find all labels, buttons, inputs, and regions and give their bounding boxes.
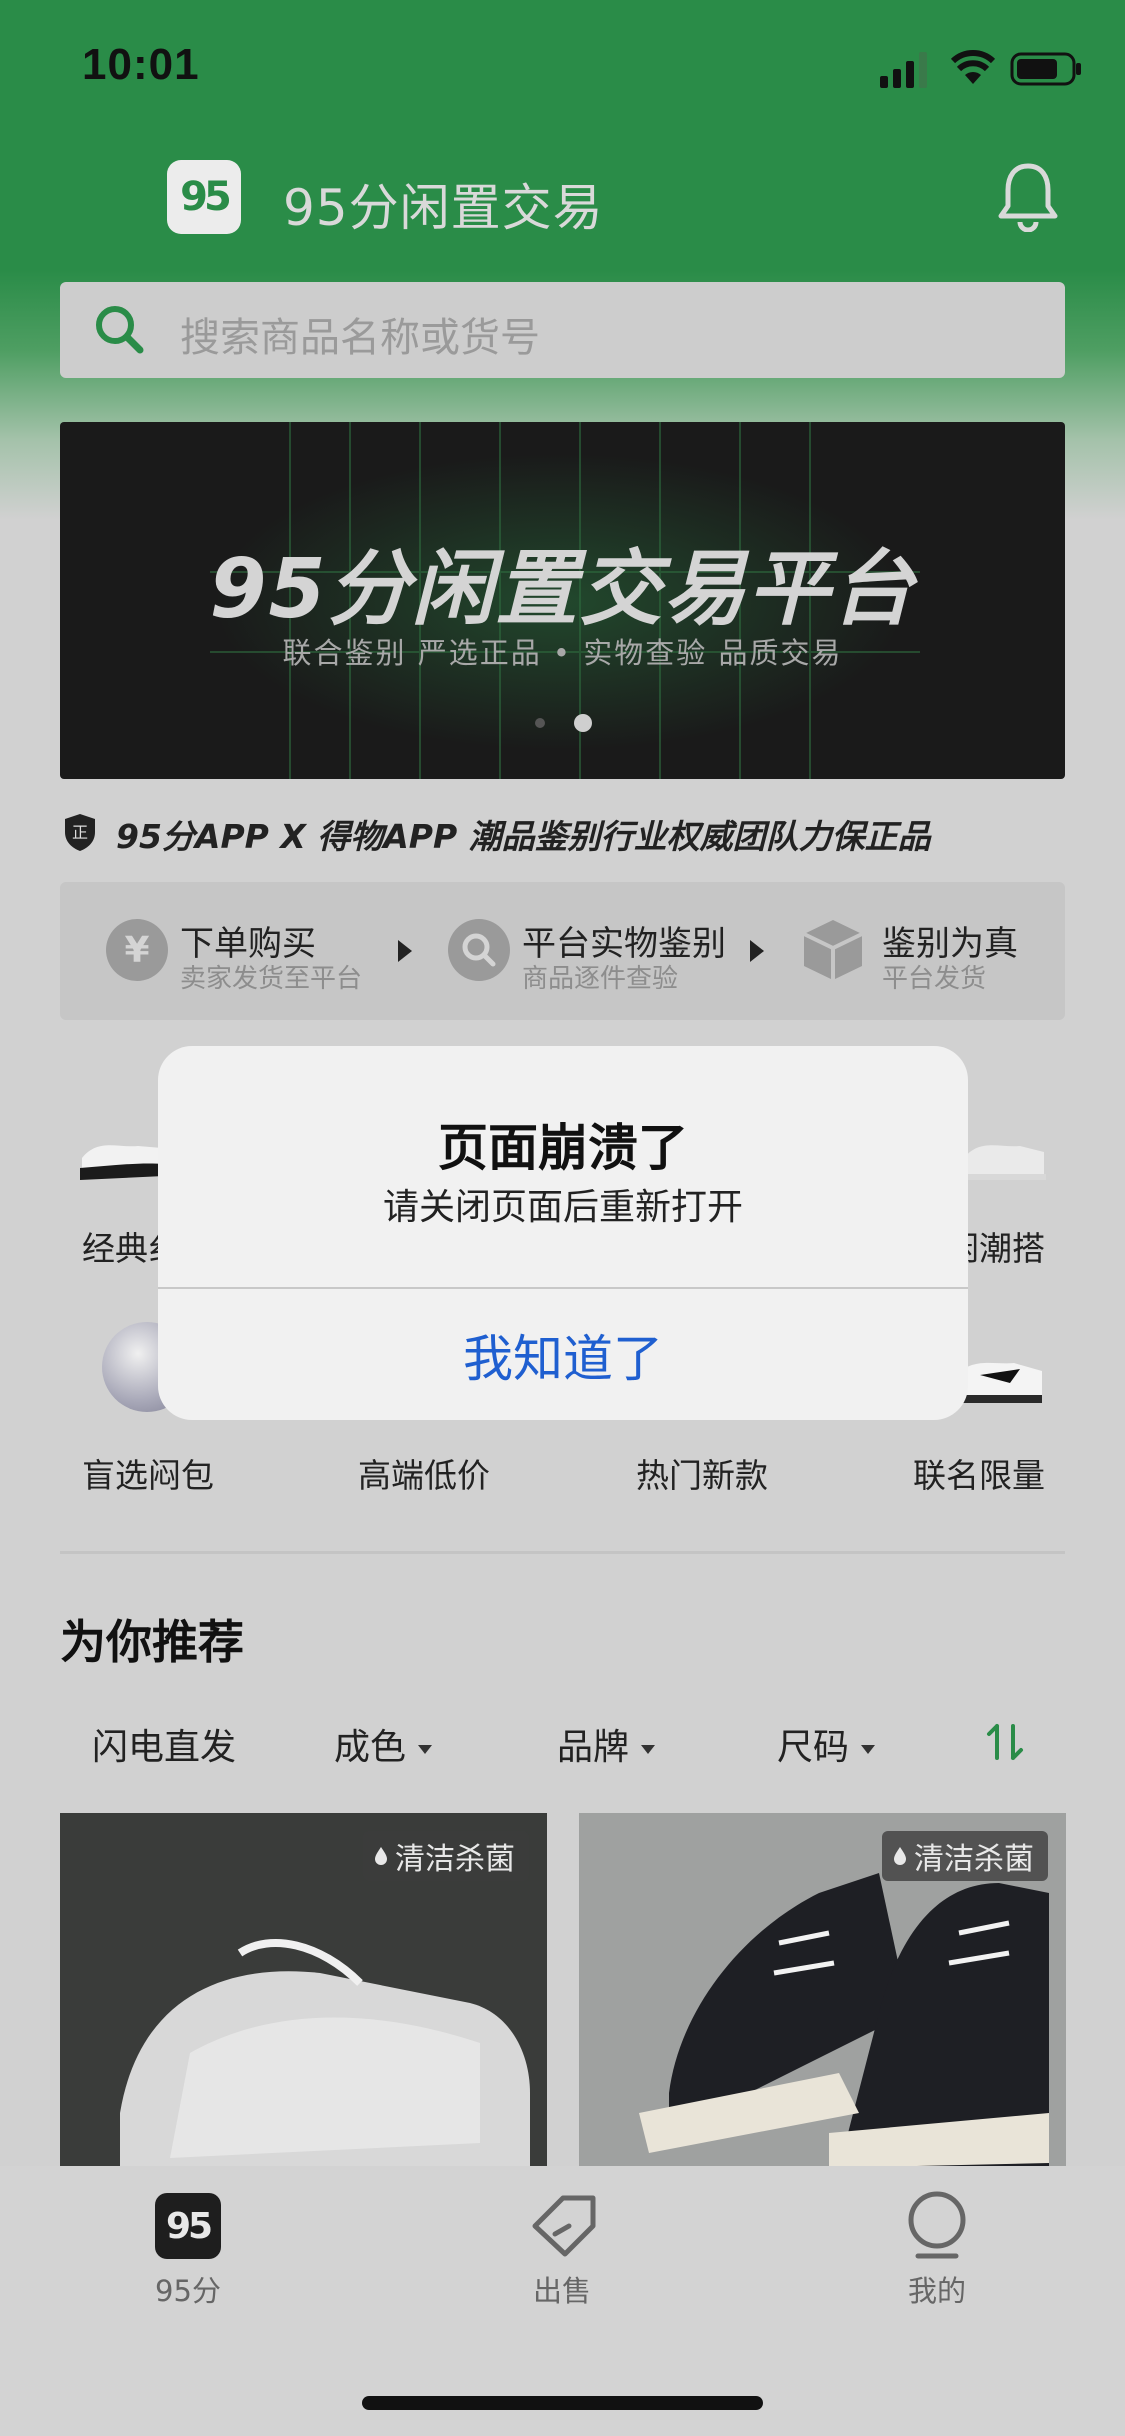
- product-card[interactable]: 清洁杀菌: [60, 1813, 547, 2168]
- status-time: 10:01: [82, 40, 200, 89]
- clean-badge: 清洁杀菌: [882, 1831, 1048, 1881]
- app-logo: 95: [167, 160, 241, 234]
- step-3-sub: 平台发货: [882, 964, 987, 994]
- filter-brand[interactable]: 品牌: [557, 1718, 656, 1770]
- logo-icon-text: 95: [165, 2205, 213, 2247]
- alert-title: 页面崩溃了: [438, 1119, 688, 1177]
- alert-ok-button[interactable]: 我知道了: [158, 1289, 968, 1420]
- arrow-right-icon: [398, 940, 412, 962]
- magnifier-icon: [448, 919, 510, 981]
- battery-icon: [1010, 52, 1081, 86]
- alert-message: 请关闭页面后重新打开: [382, 1187, 743, 1228]
- category-shoe-image[interactable]: [78, 1118, 166, 1188]
- category-shoe-image[interactable]: [960, 1118, 1048, 1188]
- step-1-sub: 卖家发货至平台: [180, 964, 363, 994]
- filter-condition[interactable]: 成色: [334, 1718, 433, 1770]
- shield-icon: 正: [65, 814, 95, 851]
- category-label[interactable]: 联名限量: [913, 1449, 1045, 1497]
- banner-subtitle: 联合鉴别 严选正品 • 实物查验 品质交易: [282, 636, 843, 670]
- home-indicator[interactable]: [362, 2396, 763, 2410]
- crash-alert-dialog: 页面崩溃了 请关闭页面后重新打开 我知道了: [158, 1046, 968, 1420]
- wifi-icon: [950, 50, 996, 84]
- user-icon[interactable]: [904, 2190, 970, 2262]
- section-divider: [60, 1551, 1065, 1554]
- category-label[interactable]: 盲选闷包: [82, 1449, 214, 1497]
- box-icon: [803, 920, 863, 980]
- authenticity-text: 95分APP X 得物APP 潮品鉴别行业权威团队力保正品: [116, 817, 931, 856]
- search-icon: [96, 306, 144, 354]
- banner-dot-1[interactable]: [535, 718, 545, 728]
- signal-icon: [880, 52, 927, 88]
- step-2-sub: 商品逐件查验: [522, 964, 679, 994]
- drop-icon: [894, 1847, 906, 1865]
- recommend-title: 为你推荐: [60, 1615, 244, 1669]
- bell-icon[interactable]: [996, 160, 1060, 232]
- banner-title: 95分闲置交易平台: [209, 542, 916, 637]
- app-title: 95分闲置交易: [283, 179, 604, 237]
- filter-label: 尺码: [777, 1727, 850, 1768]
- sort-icon[interactable]: [985, 1720, 1025, 1764]
- category-label[interactable]: 热门新款: [636, 1449, 768, 1497]
- badge-text: 清洁杀菌: [914, 1842, 1034, 1877]
- svg-text:正: 正: [72, 823, 88, 842]
- filter-size[interactable]: 尺码: [777, 1718, 876, 1770]
- filter-label: 成色: [334, 1727, 407, 1768]
- tab-sell-label[interactable]: 出售: [482, 2268, 642, 2310]
- badge-text: 清洁杀菌: [395, 1842, 515, 1877]
- search-input[interactable]: 搜索商品名称或货号: [180, 305, 540, 363]
- tab-mine-label[interactable]: 我的: [857, 2268, 1017, 2310]
- caret-down-icon: [641, 1744, 656, 1754]
- filter-label: 品牌: [557, 1727, 630, 1768]
- promo-banner[interactable]: 95分闲置交易平台 联合鉴别 严选正品 • 实物查验 品质交易: [60, 422, 1065, 779]
- yuan-symbol: ¥: [124, 929, 150, 971]
- caret-down-icon: [861, 1744, 876, 1754]
- category-label[interactable]: 高端低价: [358, 1449, 490, 1497]
- yuan-icon: ¥: [106, 919, 168, 981]
- filter-fast-ship[interactable]: 闪电直发: [92, 1718, 236, 1770]
- clean-badge: 清洁杀菌: [363, 1831, 529, 1881]
- banner-dot-2-active[interactable]: [574, 714, 592, 732]
- tab-home-icon[interactable]: 95: [155, 2193, 221, 2259]
- tab-home-label[interactable]: 95分: [108, 2268, 268, 2310]
- arrow-right-icon: [750, 940, 764, 962]
- drop-icon: [375, 1847, 387, 1865]
- caret-down-icon: [418, 1744, 433, 1754]
- filter-label: 闪电直发: [92, 1727, 237, 1768]
- product-card[interactable]: 清洁杀菌: [579, 1813, 1066, 2168]
- tag-icon[interactable]: [525, 2192, 601, 2262]
